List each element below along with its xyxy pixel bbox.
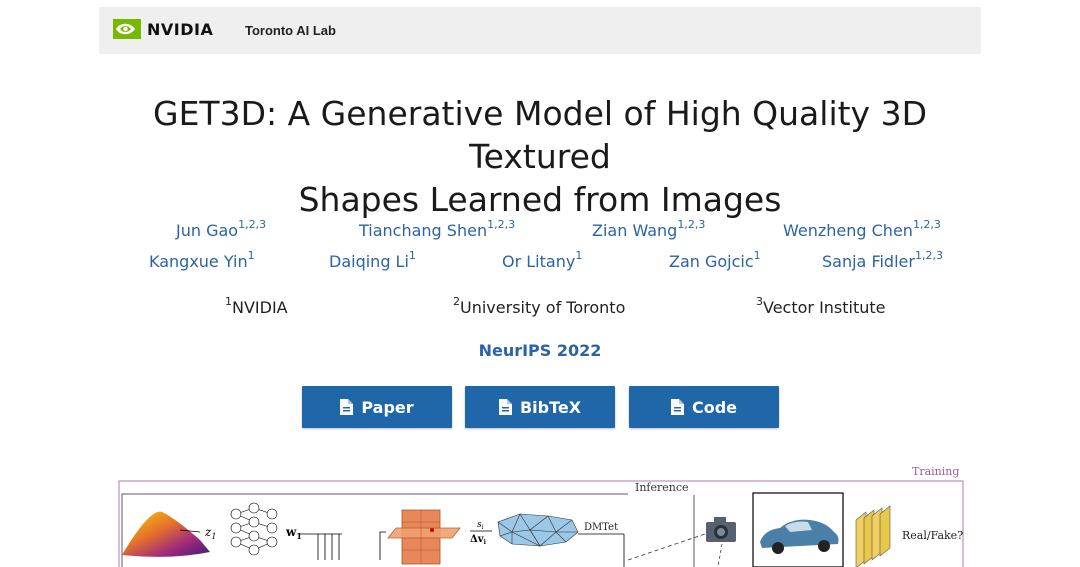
author-link-tianchang-shen[interactable]: Tianchang Shen1,2,3	[359, 218, 515, 240]
affiliation-nvidia: 1NVIDIA	[225, 295, 288, 317]
real-fake-label: Real/Fake?	[902, 529, 963, 542]
document-icon	[670, 399, 684, 415]
tetrahedral-grid-icon	[497, 513, 579, 547]
s-label: si	[477, 520, 484, 531]
page-title: GET3D: A Generative Model of High Qualit…	[100, 92, 980, 221]
code-button-label: Code	[691, 397, 738, 417]
document-icon	[498, 399, 512, 415]
nvidia-logo[interactable]: NVIDIA	[113, 19, 213, 39]
author-link-wenzheng-chen[interactable]: Wenzheng Chen1,2,3	[783, 218, 941, 240]
z-label: z1	[204, 525, 216, 541]
bibtex-button[interactable]: BibTeX	[465, 386, 615, 428]
paper-button[interactable]: Paper	[302, 386, 452, 428]
author-link-or-litany[interactable]: Or Litany1	[502, 249, 582, 271]
dmtet-label: DMTet	[584, 522, 618, 533]
nvidia-eye-icon	[113, 19, 141, 39]
bibtex-button-label: BibTeX	[519, 397, 582, 417]
training-label: Training	[912, 465, 959, 478]
inference-label: Inference	[635, 481, 689, 494]
document-icon	[340, 399, 354, 415]
triplane-icon	[387, 509, 461, 565]
w-label: w1	[285, 525, 302, 541]
author-link-jun-gao[interactable]: Jun Gao1,2,3	[176, 218, 266, 240]
pipeline-figure: Training Inference z1 w1 si Δvi DMTet Re…	[118, 465, 964, 567]
nvidia-wordmark: NVIDIA	[147, 19, 214, 39]
dv-label: Δvi	[470, 534, 487, 546]
author-link-zan-gojcic[interactable]: Zan Gojcic1	[669, 249, 761, 271]
author-link-daiqing-li[interactable]: Daiqing Li1	[329, 249, 416, 271]
affiliation-university-of-toronto: 2University of Toronto	[453, 295, 626, 317]
author-link-zian-wang[interactable]: Zian Wang1,2,3	[592, 218, 705, 240]
title-line-2: Shapes Learned from Images	[298, 180, 782, 219]
author-link-sanja-fidler[interactable]: Sanja Fidler1,2,3	[822, 249, 943, 271]
author-link-kangxue-yin[interactable]: Kangxue Yin1	[149, 249, 255, 271]
mapping-network-icon	[230, 502, 278, 556]
affiliation-vector-institute: 3Vector Institute	[756, 295, 886, 317]
title-line-1: GET3D: A Generative Model of High Qualit…	[153, 94, 927, 176]
discriminator-icon	[855, 505, 891, 567]
top-nav-bar: NVIDIA Toronto AI Lab	[99, 7, 981, 54]
paper-button-label: Paper	[361, 397, 414, 417]
toronto-ai-lab-link[interactable]: Toronto AI Lab	[245, 23, 336, 38]
venue-label: NeurIPS 2022	[478, 341, 602, 360]
code-button[interactable]: Code	[629, 386, 779, 428]
latent-distribution-surface	[122, 511, 210, 557]
camera-icon	[706, 517, 736, 542]
